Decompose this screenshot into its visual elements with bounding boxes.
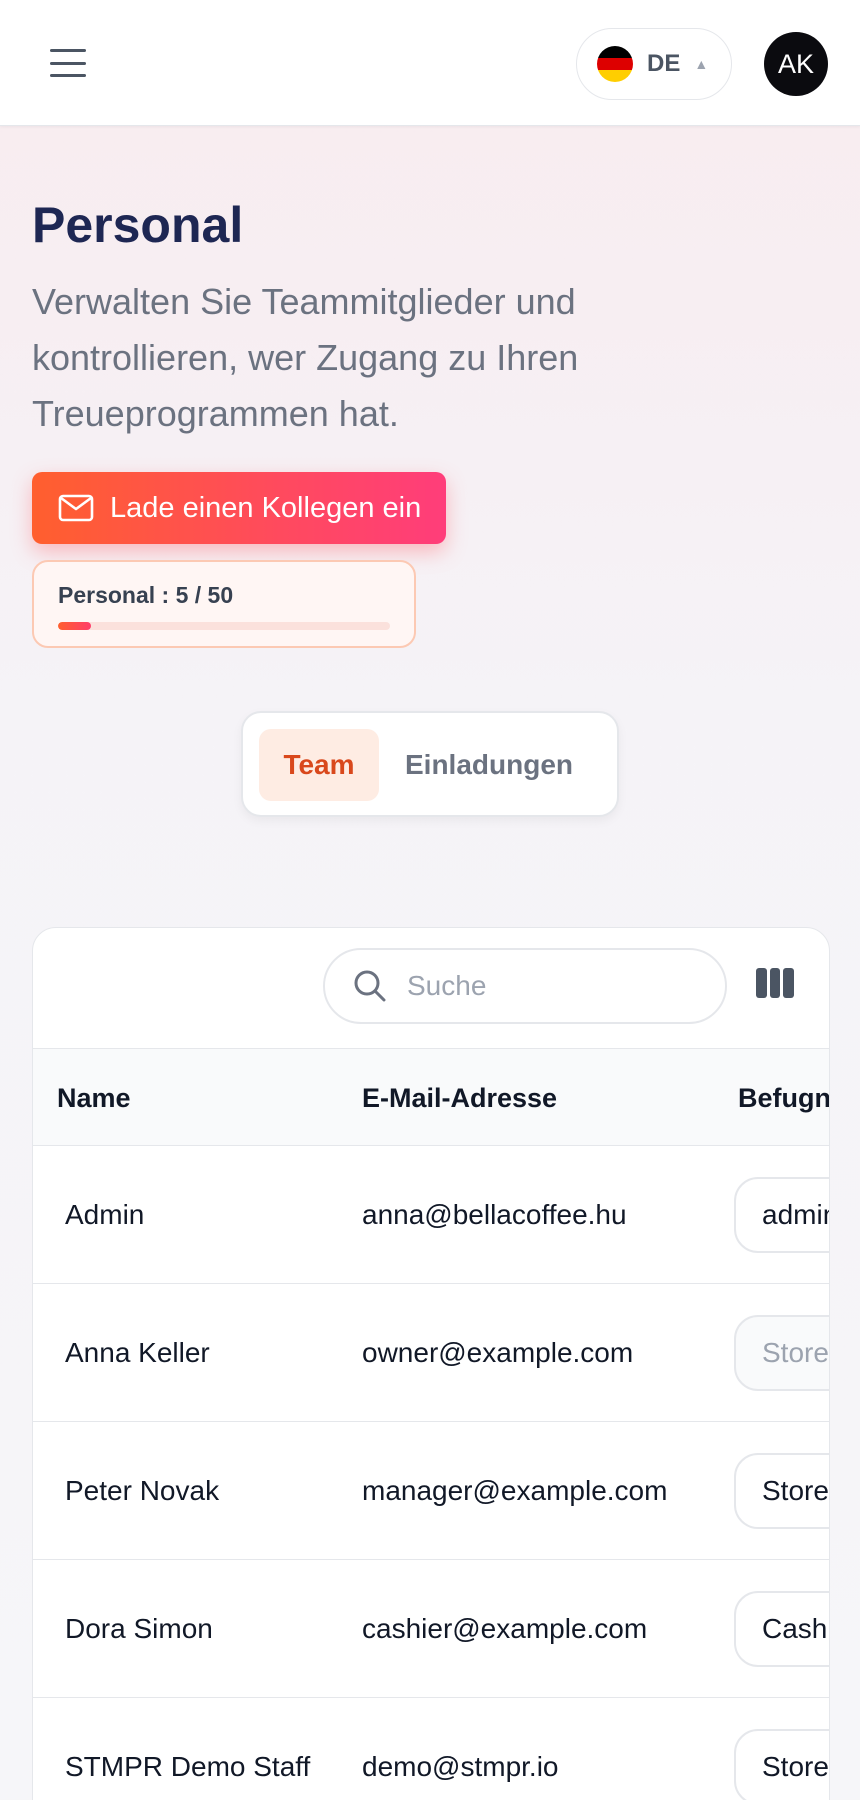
staff-quota-card: Personal : 5 / 50 — [32, 560, 416, 648]
user-avatar[interactable]: AK — [764, 32, 828, 96]
chevron-up-icon: ▲ — [694, 56, 709, 72]
staff-name: Admin — [65, 1199, 145, 1230]
page-title: Personal — [32, 197, 244, 253]
table-row: STMPR Demo Staff demo@stmpr.io Store — [33, 1698, 829, 1800]
staff-name: Peter Novak — [65, 1475, 220, 1506]
role-select[interactable]: Store — [734, 1453, 829, 1529]
staff-email: owner@example.com — [362, 1337, 634, 1368]
search-input[interactable] — [407, 970, 707, 1002]
menu-line — [50, 61, 86, 65]
menu-line — [50, 49, 86, 52]
staff-table-card: Name E-Mail-Adresse Befugnisse Admin ann… — [32, 927, 830, 1800]
staff-email: demo@stmpr.io — [362, 1751, 559, 1782]
column-header-name[interactable]: Name — [57, 1049, 131, 1147]
invite-colleague-button[interactable]: Lade einen Kollegen ein — [32, 472, 446, 544]
table-row: Anna Keller owner@example.com Store — [33, 1284, 829, 1422]
top-bar: DE ▲ AK — [0, 0, 860, 126]
search-field[interactable] — [323, 948, 727, 1024]
language-code: DE — [647, 50, 681, 77]
columns-toggle-icon[interactable] — [756, 968, 795, 998]
hamburger-menu-icon[interactable] — [46, 46, 90, 80]
role-select[interactable]: Cashier — [734, 1591, 829, 1667]
table-row: Peter Novak manager@example.com Store — [33, 1422, 829, 1560]
staff-name: Dora Simon — [65, 1613, 213, 1644]
envelope-icon — [58, 494, 94, 522]
language-selector[interactable]: DE ▲ — [576, 28, 732, 100]
invite-button-label: Lade einen Kollegen ein — [110, 491, 422, 524]
role-select: Store — [734, 1315, 829, 1391]
staff-email: anna@bellacoffee.hu — [362, 1199, 627, 1230]
role-select[interactable]: admin — [734, 1177, 829, 1253]
search-icon — [354, 970, 386, 1002]
table-row: Admin anna@bellacoffee.hu admin — [33, 1146, 829, 1284]
table-header: Name E-Mail-Adresse Befugnisse — [33, 1048, 829, 1147]
tab-team[interactable]: Team — [259, 729, 379, 801]
staff-quota-progress — [58, 622, 390, 630]
column-header-email[interactable]: E-Mail-Adresse — [362, 1049, 557, 1147]
column-header-permissions[interactable]: Befugnisse — [738, 1049, 829, 1147]
staff-email: manager@example.com — [362, 1475, 668, 1506]
staff-quota-label: Personal : 5 / 50 — [58, 582, 234, 608]
staff-quota-progress-fill — [58, 622, 92, 630]
role-select[interactable]: Store — [734, 1729, 829, 1800]
staff-tabs: Team Einladungen — [241, 711, 619, 817]
staff-name: STMPR Demo Staff — [65, 1751, 311, 1782]
menu-line — [50, 74, 86, 77]
tab-invitations[interactable]: Einladungen — [389, 729, 589, 801]
staff-email: cashier@example.com — [362, 1613, 648, 1644]
german-flag-icon — [597, 46, 633, 82]
table-row: Dora Simon cashier@example.com Cashier — [33, 1560, 829, 1698]
page-description: Verwalten Sie Teammitglieder und kontrol… — [32, 281, 579, 434]
staff-name: Anna Keller — [65, 1337, 210, 1368]
